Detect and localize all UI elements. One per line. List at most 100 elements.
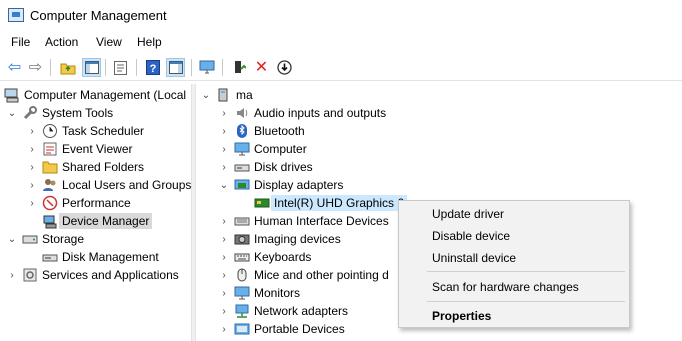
device-monitors[interactable]: › Monitors — [218, 284, 300, 302]
tree-label: System Tools — [42, 106, 114, 120]
tree-services[interactable]: › Services and Applications — [6, 266, 178, 284]
device-bluetooth[interactable]: › Bluetooth — [218, 122, 305, 140]
menu-separator — [427, 271, 625, 272]
chevron-right-icon[interactable]: › — [218, 126, 230, 137]
device-label: Bluetooth — [254, 124, 305, 138]
tree-local-users[interactable]: › Local Users and Groups — [26, 176, 191, 194]
graphics-card-icon — [254, 195, 270, 211]
chevron-right-icon[interactable]: › — [218, 144, 230, 155]
tree-task-scheduler[interactable]: › Task Scheduler — [26, 122, 144, 140]
tree-shared-folders[interactable]: › Shared Folders — [26, 158, 144, 176]
device-portable[interactable]: › Portable Devices — [218, 320, 345, 338]
download-icon[interactable] — [275, 58, 294, 77]
title-bar: Computer Management — [0, 0, 682, 30]
chevron-right-icon[interactable]: › — [26, 144, 38, 155]
device-label: Intel(R) UHD Graphics 6 — [271, 195, 408, 211]
tree-label: Performance — [62, 196, 131, 210]
services-icon — [22, 267, 38, 283]
device-imaging[interactable]: › Imaging devices — [218, 230, 341, 248]
chevron-right-icon[interactable]: › — [218, 324, 230, 335]
forward-icon[interactable]: ⇨ — [26, 58, 45, 77]
hid-icon — [234, 213, 250, 229]
menu-help[interactable]: Help — [137, 35, 162, 49]
chevron-right-icon[interactable]: › — [218, 270, 230, 281]
disk-drive-icon — [234, 159, 250, 175]
disk-icon — [42, 249, 58, 265]
tree-storage[interactable]: ⌄ Storage — [6, 230, 84, 248]
performance-icon — [42, 195, 58, 211]
menu-action[interactable]: Action — [45, 35, 78, 49]
help-icon[interactable]: ? — [143, 58, 162, 77]
device-label: Monitors — [254, 286, 301, 300]
toolbar: ⇦ ⇨ ? ✕ — [0, 55, 682, 81]
device-label: Portable Devices — [254, 322, 345, 336]
tree-event-viewer[interactable]: › Event Viewer — [26, 140, 132, 158]
clock-icon — [42, 123, 58, 139]
action-pane-icon[interactable] — [166, 58, 185, 77]
tree-device-manager[interactable]: Device Manager — [26, 212, 153, 230]
expanded-chevron-icon[interactable]: ⌄ — [6, 108, 18, 119]
show-hide-tree-icon[interactable] — [82, 58, 101, 77]
expanded-chevron-icon[interactable]: ⌄ — [218, 180, 230, 191]
tree-label: Shared Folders — [62, 160, 145, 174]
tree-performance[interactable]: › Performance — [26, 194, 131, 212]
chevron-right-icon[interactable]: › — [218, 108, 230, 119]
chevron-right-icon[interactable]: › — [6, 270, 18, 281]
device-network-adapters[interactable]: › Network adapters — [218, 302, 348, 320]
device-keyboards[interactable]: › Keyboards — [218, 248, 311, 266]
device-label: Human Interface Devices — [254, 214, 389, 228]
camera-icon — [234, 231, 250, 247]
device-label: Audio inputs and outputs — [254, 106, 387, 120]
tree-label: Local Users and Groups — [62, 178, 191, 192]
computer-management-icon — [8, 8, 24, 22]
device-display-adapters[interactable]: ⌄ Display adapters — [218, 176, 344, 194]
menu-properties[interactable]: Properties — [432, 309, 491, 323]
device-mice[interactable]: › Mice and other pointing d — [218, 266, 388, 284]
device-audio[interactable]: › Audio inputs and outputs — [218, 104, 386, 122]
chevron-right-icon[interactable]: › — [218, 162, 230, 173]
device-computer[interactable]: › Computer — [218, 140, 306, 158]
menu-file[interactable]: File — [11, 35, 30, 49]
tree-system-tools[interactable]: ⌄ System Tools — [6, 104, 113, 122]
menu-uninstall-device[interactable]: Uninstall device — [432, 251, 516, 265]
chevron-right-icon[interactable]: › — [218, 306, 230, 317]
chevron-right-icon[interactable]: › — [26, 198, 38, 209]
chevron-right-icon[interactable]: › — [218, 216, 230, 227]
chevron-right-icon[interactable]: › — [218, 288, 230, 299]
tree-root-label: Computer Management (Local — [24, 88, 187, 102]
device-disk-drives[interactable]: › Disk drives — [218, 158, 312, 176]
device-computer-root[interactable]: ⌄ ma — [200, 86, 253, 104]
chevron-right-icon[interactable]: › — [26, 162, 38, 173]
menu-disable-device[interactable]: Disable device — [432, 229, 510, 243]
chevron-right-icon[interactable]: › — [26, 126, 38, 137]
menu-view[interactable]: View — [96, 35, 122, 49]
chevron-right-icon[interactable]: › — [26, 180, 38, 191]
device-label: Imaging devices — [254, 232, 341, 246]
device-hid[interactable]: › Human Interface Devices — [218, 212, 389, 230]
tree-root[interactable]: Computer Management (Local — [2, 86, 186, 104]
keyboard-icon — [234, 249, 250, 265]
properties-icon[interactable] — [111, 58, 130, 77]
expanded-chevron-icon[interactable]: ⌄ — [200, 90, 212, 101]
chevron-right-icon[interactable]: › — [218, 252, 230, 263]
expanded-chevron-icon[interactable]: ⌄ — [6, 234, 18, 245]
toolbar-separator — [136, 59, 137, 76]
menu-scan-hardware[interactable]: Scan for hardware changes — [432, 280, 579, 294]
chevron-right-icon[interactable]: › — [218, 234, 230, 245]
window-title: Computer Management — [30, 8, 167, 23]
mouse-icon — [234, 267, 250, 283]
computer-icon — [216, 87, 232, 103]
tree-label: Task Scheduler — [62, 124, 145, 138]
menu-update-driver[interactable]: Update driver — [432, 207, 504, 221]
event-viewer-icon — [42, 141, 58, 157]
device-intel-uhd-graphics[interactable]: Intel(R) UHD Graphics 6 — [238, 194, 408, 212]
up-folder-icon[interactable] — [58, 58, 77, 77]
tree-disk-management[interactable]: Disk Management — [26, 248, 159, 266]
tree-label: Storage — [42, 232, 85, 246]
uninstall-icon[interactable]: ✕ — [252, 58, 271, 77]
svg-text:?: ? — [149, 63, 156, 75]
back-icon[interactable]: ⇦ — [5, 58, 24, 77]
monitor-icon[interactable] — [197, 58, 216, 77]
update-driver-icon[interactable] — [229, 58, 248, 77]
monitor-icon — [234, 285, 250, 301]
